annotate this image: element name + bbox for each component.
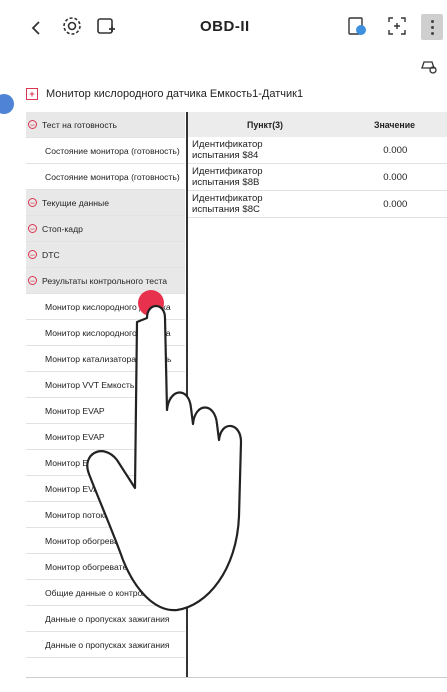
engine-settings-icon[interactable] bbox=[60, 14, 84, 38]
item-label-line2: испытания $8C bbox=[192, 204, 260, 215]
table-row[interactable]: Идентификатор испытания $8C 0.000 bbox=[188, 191, 447, 218]
sidebar-item-label: Текущие данные bbox=[42, 197, 109, 208]
table-row[interactable]: Идентификатор испытания $84 0.000 bbox=[188, 137, 447, 164]
vehicle-add-icon[interactable] bbox=[94, 14, 118, 38]
screenshot-icon[interactable] bbox=[385, 14, 409, 38]
chevron-left-icon[interactable] bbox=[28, 18, 44, 38]
item-label-line1: Идентификатор bbox=[192, 193, 263, 204]
collapse-icon[interactable]: + bbox=[26, 88, 38, 100]
column-header-item[interactable]: Пункт(3) bbox=[188, 120, 342, 130]
collapse-icon[interactable]: − bbox=[28, 276, 37, 286]
top-bar: OBD-II bbox=[0, 0, 447, 78]
sidebar-category[interactable]: − DTC bbox=[26, 242, 185, 268]
collapse-icon[interactable]: − bbox=[28, 198, 37, 208]
car-search-icon[interactable] bbox=[418, 56, 440, 76]
selection-marker bbox=[0, 94, 14, 114]
data-table: Пункт(3) Значение Идентификатор испытания… bbox=[188, 112, 447, 218]
section-title: Монитор кислородного датчика Емкость1-Да… bbox=[46, 88, 304, 100]
page-title: OBD-II bbox=[200, 18, 250, 35]
item-cell: Идентификатор испытания $8C bbox=[188, 191, 344, 217]
collapse-icon[interactable]: − bbox=[28, 120, 37, 130]
section-header: + Монитор кислородного датчика Емкость1-… bbox=[26, 88, 303, 100]
sidebar-item-label: Стоп-кадр bbox=[42, 223, 83, 234]
value-cell: 0.000 bbox=[383, 171, 408, 183]
value-cell: 0.000 bbox=[383, 144, 408, 156]
collapse-icon[interactable]: − bbox=[28, 224, 37, 234]
sidebar-item-label: Результаты контрольного теста bbox=[42, 275, 167, 286]
item-label-line2: испытания $8B bbox=[192, 177, 260, 188]
value-cell: 0.000 bbox=[383, 198, 408, 210]
report-icon[interactable] bbox=[345, 14, 369, 38]
collapse-icon[interactable]: − bbox=[28, 250, 37, 260]
sidebar-item-label: Состояние монитора (готовность) bbox=[45, 145, 180, 156]
item-label-line2: испытания $84 bbox=[192, 150, 259, 161]
sidebar-item-label: DTC bbox=[42, 249, 60, 260]
app-frame: OBD-II + Монитор кислородного датчика Ем… bbox=[0, 0, 447, 692]
table-header: Пункт(3) Значение bbox=[188, 112, 447, 137]
item-cell: Идентификатор испытания $84 bbox=[188, 137, 344, 163]
more-vertical-icon[interactable] bbox=[421, 14, 443, 40]
sidebar-category[interactable]: − Стоп-кадр bbox=[26, 216, 185, 242]
sidebar-item[interactable]: Состояние монитора (готовность) bbox=[26, 138, 185, 164]
item-label-line1: Идентификатор bbox=[192, 139, 263, 150]
table-row[interactable]: Идентификатор испытания $8B 0.000 bbox=[188, 164, 447, 191]
sidebar-item-label: Тест на готовность bbox=[42, 119, 118, 130]
item-cell: Идентификатор испытания $8B bbox=[188, 164, 344, 190]
item-label-line1: Идентификатор bbox=[192, 166, 263, 177]
sidebar-category[interactable]: − Текущие данные bbox=[26, 190, 185, 216]
sidebar-item-label: Состояние монитора (готовность) bbox=[45, 171, 180, 182]
sidebar-category[interactable]: − Тест на готовность bbox=[26, 112, 185, 138]
sidebar-item[interactable]: Состояние монитора (готовность) bbox=[26, 164, 185, 190]
hand-pointer-icon bbox=[86, 304, 243, 612]
column-header-value[interactable]: Значение bbox=[342, 120, 447, 130]
